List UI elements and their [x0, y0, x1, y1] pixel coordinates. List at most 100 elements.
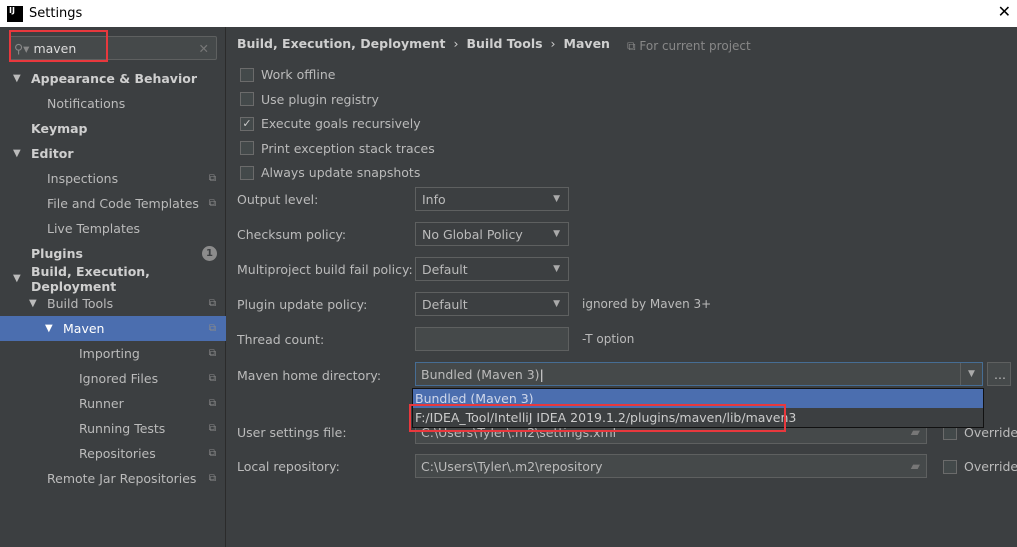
sidebar-item-label: Ignored Files: [79, 371, 159, 386]
sidebar: ⚲▾ maven ✕ ▼ Appearance & Behavior Notific…: [0, 27, 226, 547]
sidebar-item[interactable]: Notifications: [0, 91, 226, 116]
project-scope-icon: ⧉: [208, 398, 216, 409]
breadcrumb-item: Build, Execution, Deployment: [237, 36, 446, 51]
checksum-policy-label: Checksum policy:: [237, 227, 347, 242]
sidebar-item-label: Runner: [79, 396, 124, 411]
project-scope-icon: ⧉: [208, 173, 216, 184]
checkbox-label: Print exception stack traces: [261, 140, 435, 156]
thread-count-label: Thread count:: [237, 332, 325, 347]
chevron-down-icon: ▼: [553, 194, 560, 204]
local-repository-value: C:\Users\Tyler\.m2\repository: [421, 458, 603, 474]
clear-search-icon[interactable]: ✕: [199, 41, 209, 56]
highlight-box: [409, 404, 786, 432]
expand-arrow-icon[interactable]: ▼: [13, 148, 21, 159]
sidebar-item[interactable]: Importing ⧉: [0, 341, 226, 366]
user-settings-label: User settings file:: [237, 425, 347, 440]
sidebar-item[interactable]: Remote Jar Repositories ⧉: [0, 466, 226, 491]
thread-count-hint: -T option: [582, 332, 635, 346]
output-level-value: Info: [422, 191, 446, 207]
sidebar-item-label: Build Tools: [47, 296, 114, 311]
checkbox[interactable]: ✓ Execute goals recursively: [240, 116, 421, 131]
sidebar-item[interactable]: ▼ Maven ⧉: [0, 316, 226, 341]
sidebar-item[interactable]: Repositories ⧉: [0, 441, 226, 466]
sidebar-item[interactable]: Ignored Files ⧉: [0, 366, 226, 391]
sidebar-item[interactable]: Keymap: [0, 116, 226, 141]
sidebar-item-label: Keymap: [31, 121, 88, 136]
browse-label: ...: [994, 366, 1006, 382]
sidebar-item-label: Remote Jar Repositories: [47, 471, 197, 486]
plugin-update-hint: ignored by Maven 3+: [582, 297, 712, 311]
close-icon[interactable]: ✕: [998, 2, 1011, 21]
maven-home-combobox[interactable]: Bundled (Maven 3) | ▼: [415, 362, 983, 386]
checksum-policy-select[interactable]: No Global Policy ▼: [415, 222, 569, 246]
expand-arrow-icon[interactable]: ▼: [29, 298, 37, 309]
checkbox-label: Work offline: [261, 67, 336, 82]
chevron-down-icon[interactable]: ▼: [960, 363, 982, 385]
checkbox[interactable]: Always update snapshots: [240, 165, 420, 180]
expand-arrow-icon[interactable]: ▼: [45, 323, 53, 334]
maven-home-value: Bundled (Maven 3): [421, 366, 540, 382]
for-current-project: ⧉ For current project: [627, 39, 751, 53]
sidebar-item[interactable]: ▼ Appearance & Behavior: [0, 66, 226, 91]
browse-button[interactable]: ...: [987, 362, 1011, 386]
output-level-select[interactable]: Info ▼: [415, 187, 569, 211]
checkbox-label: Always update snapshots: [261, 165, 421, 180]
checkbox[interactable]: Print exception stack traces: [240, 141, 435, 156]
maven-settings-panel: Build, Execution, Deployment › Build Tools…: [227, 27, 1017, 547]
checkbox-box: [240, 165, 254, 180]
checkbox-box: ✓: [240, 116, 254, 131]
sidebar-item[interactable]: Inspections ⧉: [0, 166, 226, 191]
plugin-update-policy-select[interactable]: Default ▼: [415, 292, 569, 316]
sidebar-item[interactable]: Live Templates: [0, 216, 226, 241]
checksum-policy-value: No Global Policy: [422, 226, 523, 242]
checkbox-box: [240, 141, 254, 155]
project-scope-icon: ⧉: [208, 423, 216, 434]
plugins-badge: 1: [202, 246, 217, 261]
checkbox[interactable]: Use plugin registry: [240, 92, 379, 107]
local-repository-input[interactable]: C:\Users\Tyler\.m2\repository ▰: [415, 454, 927, 478]
sidebar-item-label: Maven: [63, 321, 105, 336]
plugin-update-policy-value: Default: [422, 296, 468, 312]
output-level-label: Output level:: [237, 192, 319, 207]
local-repository-label: Local repository:: [237, 459, 340, 474]
sidebar-item[interactable]: ▼ Build Tools ⧉: [0, 291, 226, 316]
breadcrumb: Build, Execution, Deployment › Build Tools…: [237, 36, 610, 51]
plugin-update-policy-label: Plugin update policy:: [237, 297, 368, 312]
for-project-label: For current project: [639, 39, 751, 53]
sidebar-item[interactable]: Running Tests ⧉: [0, 416, 226, 441]
sidebar-item[interactable]: File and Code Templates ⧉: [0, 191, 226, 216]
project-scope-icon: ⧉: [208, 348, 216, 359]
sidebar-item-label: Inspections: [47, 171, 119, 186]
checkbox-box: [240, 92, 254, 106]
multiproject-fail-policy-value: Default: [422, 261, 468, 277]
expand-arrow-icon[interactable]: ▼: [13, 73, 21, 84]
folder-icon[interactable]: ▰: [911, 459, 920, 473]
maven-home-label: Maven home directory:: [237, 368, 382, 383]
sidebar-item[interactable]: ▼ Editor: [0, 141, 226, 166]
sidebar-item[interactable]: Runner ⧉: [0, 391, 226, 416]
checkbox-box: [240, 67, 254, 82]
sidebar-item-label: Notifications: [47, 96, 126, 111]
expand-arrow-icon[interactable]: ▼: [13, 273, 21, 284]
sidebar-item-label: File and Code Templates: [47, 196, 199, 211]
sidebar-item[interactable]: Plugins 1: [0, 241, 226, 266]
project-scope-icon: ⧉: [208, 448, 216, 459]
checkbox[interactable]: Work offline: [240, 67, 335, 82]
window-title: Settings: [29, 6, 83, 21]
project-scope-icon: ⧉: [208, 473, 216, 484]
title-bar: IJ Settings ✕: [0, 0, 1017, 27]
checkbox-box: [943, 459, 957, 474]
breadcrumb-item: Maven: [563, 36, 610, 51]
chevron-down-icon: ▼: [553, 229, 560, 239]
sidebar-item-label: Running Tests: [79, 421, 166, 436]
sidebar-item-label: Live Templates: [47, 221, 141, 236]
breadcrumb-item: Build Tools: [466, 36, 543, 51]
chevron-down-icon: ▼: [553, 264, 560, 274]
sidebar-item-label: Appearance & Behavior: [31, 71, 197, 86]
thread-count-input[interactable]: [415, 327, 569, 351]
sidebar-item-label: Editor: [31, 146, 74, 161]
sidebar-item[interactable]: ▼ Build, Execution, Deployment: [0, 264, 226, 294]
local-repository-override-checkbox[interactable]: Override: [943, 459, 1017, 474]
multiproject-fail-policy-select[interactable]: Default ▼: [415, 257, 569, 281]
chevron-down-icon: ▼: [553, 299, 560, 309]
